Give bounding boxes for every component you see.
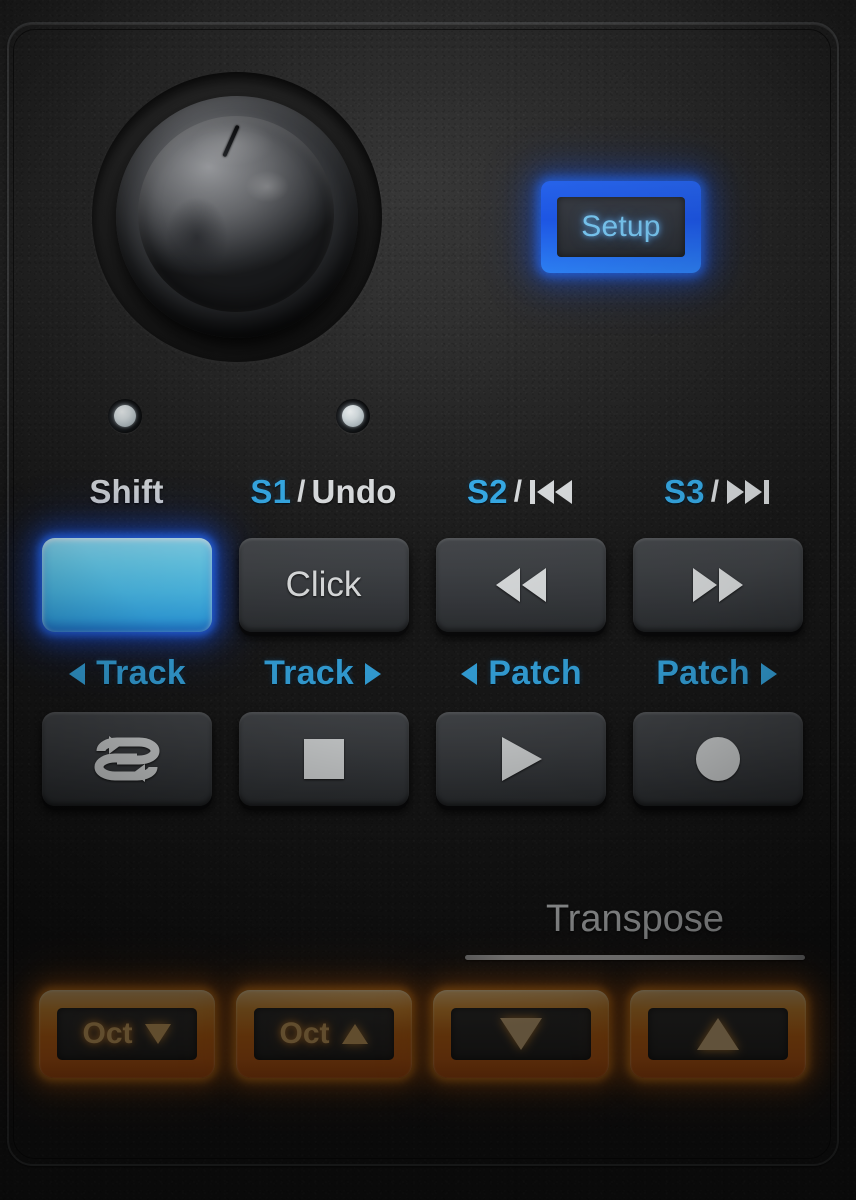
label-s1-undo: S1 / Undo [225,473,422,511]
record-icon [694,735,742,783]
setup-button[interactable]: Setup [541,181,701,273]
cell-loop [28,712,225,806]
stop-button[interactable] [238,712,409,806]
label-track-prev-text: Track [96,654,186,692]
play-button[interactable] [435,712,606,806]
label-s2-skipback: S2 / [422,473,619,511]
label-s3-text: S3 [663,473,705,510]
transpose-divider [465,955,805,960]
arrow-left-icon [459,662,479,686]
record-button[interactable] [632,712,803,806]
knob-cap [138,116,334,312]
label-patch-prev: Patch [422,654,619,693]
octave-up-button[interactable]: Oct [235,990,412,1078]
transpose-down-face [450,1008,591,1060]
arrow-right-icon [363,662,383,686]
label-s1-text: S1 [250,473,292,510]
play-icon [498,735,544,783]
octave-down-label: Oct [82,1017,133,1050]
arrow-down-icon [144,1024,171,1044]
shift-button[interactable] [41,538,212,632]
led-indicator-right [336,399,370,433]
loop-icon [85,734,169,784]
cell-stop [225,712,422,806]
octave-up-label: Oct [279,1017,330,1050]
rewind-icon [492,565,550,605]
arrow-left-icon [67,662,87,686]
label-track-next-text: Track [264,654,354,692]
octave-down-button[interactable]: Oct [38,990,215,1078]
cell-transpose-up [619,990,816,1078]
skip-forward-icon [725,478,771,506]
led-dome [114,405,136,427]
stop-icon [302,737,346,781]
track-patch-labels: Track Track Patch Patch [28,654,828,693]
transpose-section: Transpose [460,898,810,960]
label-shift: Shift [28,473,225,511]
loop-button[interactable] [41,712,212,806]
transpose-down-button[interactable] [432,990,609,1078]
skip-back-icon [528,478,574,506]
transpose-up-button[interactable] [629,990,806,1078]
label-track-prev: Track [28,654,225,693]
label-track-next: Track [225,654,422,693]
cell-rewind [422,538,619,632]
cell-shift [28,538,225,632]
label-patch-next-text: Patch [656,654,750,692]
controller-panel: Setup Shift S1 / Undo S2 / S3 / Click Tr… [0,0,856,1200]
label-separator: / [710,475,720,508]
cell-play [422,712,619,806]
click-button[interactable]: Click [238,538,409,632]
label-s2-text: S2 [466,473,508,510]
led-indicator-left [108,399,142,433]
octave-down-face: Oct [56,1008,197,1060]
setup-button-face: Setup [557,197,685,257]
octave-transpose-button-row: Oct Oct [28,990,828,1078]
label-separator: / [297,475,306,508]
arrow-down-icon [499,1018,542,1050]
label-shift-text: Shift [89,473,164,510]
octave-up-face: Oct [253,1008,394,1060]
click-button-label: Click [285,565,362,604]
led-dome [342,405,364,427]
arrow-right-icon [759,662,779,686]
fast-forward-button[interactable] [632,538,803,632]
arrow-up-icon [341,1024,368,1044]
cell-fast-forward [619,538,816,632]
label-undo-text: Undo [311,473,397,510]
rewind-button[interactable] [435,538,606,632]
cell-record [619,712,816,806]
label-s3-skipforward: S3 / [619,473,816,511]
transpose-up-face [647,1008,788,1060]
label-patch-prev-text: Patch [488,654,582,692]
label-patch-next: Patch [619,654,816,693]
shift-function-labels: Shift S1 / Undo S2 / S3 / [28,473,828,511]
transport-button-row-2 [28,712,828,806]
cell-click: Click [225,538,422,632]
label-separator: / [513,475,523,508]
setup-button-label: Setup [581,210,661,243]
fast-forward-icon [689,565,747,605]
cell-octave-down: Oct [28,990,225,1078]
cell-transpose-down [422,990,619,1078]
transport-button-row-1: Click [28,538,828,632]
cell-octave-up: Oct [225,990,422,1078]
transpose-heading: Transpose [545,898,725,940]
arrow-up-icon [696,1018,739,1050]
encoder-knob[interactable] [92,72,382,362]
